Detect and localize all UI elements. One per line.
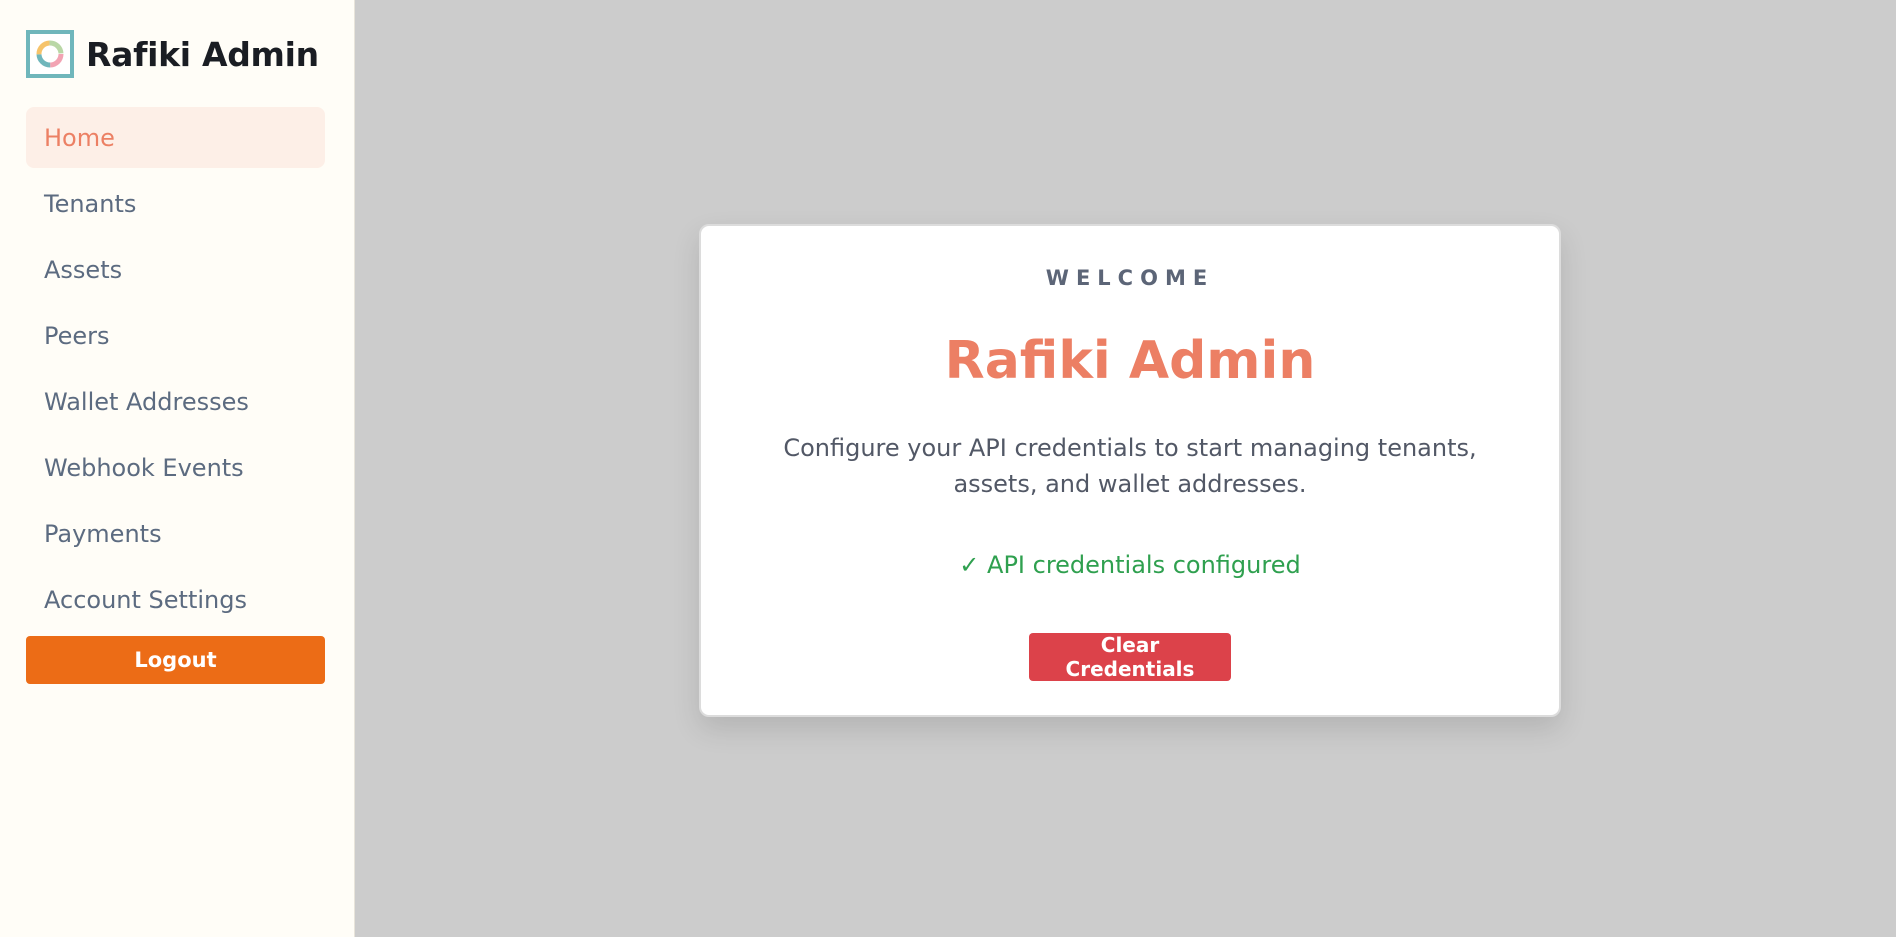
clear-credentials-button[interactable]: Clear Credentials xyxy=(1029,633,1231,681)
welcome-title: Rafiki Admin xyxy=(944,331,1316,391)
sidebar-item-wallet-addresses[interactable]: Wallet Addresses xyxy=(26,371,325,432)
welcome-card: WELCOME Rafiki Admin Configure your API … xyxy=(699,224,1561,717)
sidebar-item-tenants[interactable]: Tenants xyxy=(26,173,325,234)
credentials-status: ✓ API credentials configured xyxy=(959,551,1301,579)
welcome-eyebrow: WELCOME xyxy=(1045,266,1215,290)
brand[interactable]: Rafiki Admin xyxy=(26,30,319,78)
sidebar-item-peers[interactable]: Peers xyxy=(26,305,325,366)
sidebar-item-payments[interactable]: Payments xyxy=(26,503,325,564)
rafiki-logo-icon xyxy=(26,30,74,78)
sidebar-item-assets[interactable]: Assets xyxy=(26,239,325,300)
sidebar: Rafiki Admin Home Tenants Assets Peers W… xyxy=(0,0,355,937)
sidebar-item-home[interactable]: Home xyxy=(26,107,325,168)
sidebar-item-webhook-events[interactable]: Webhook Events xyxy=(26,437,325,498)
brand-name: Rafiki Admin xyxy=(86,34,319,74)
logout-button[interactable]: Logout xyxy=(26,636,325,684)
welcome-description: Configure your API credentials to start … xyxy=(783,434,1477,498)
sidebar-item-account-settings[interactable]: Account Settings xyxy=(26,569,325,630)
sidebar-nav: Home Tenants Assets Peers Wallet Address… xyxy=(26,107,325,635)
